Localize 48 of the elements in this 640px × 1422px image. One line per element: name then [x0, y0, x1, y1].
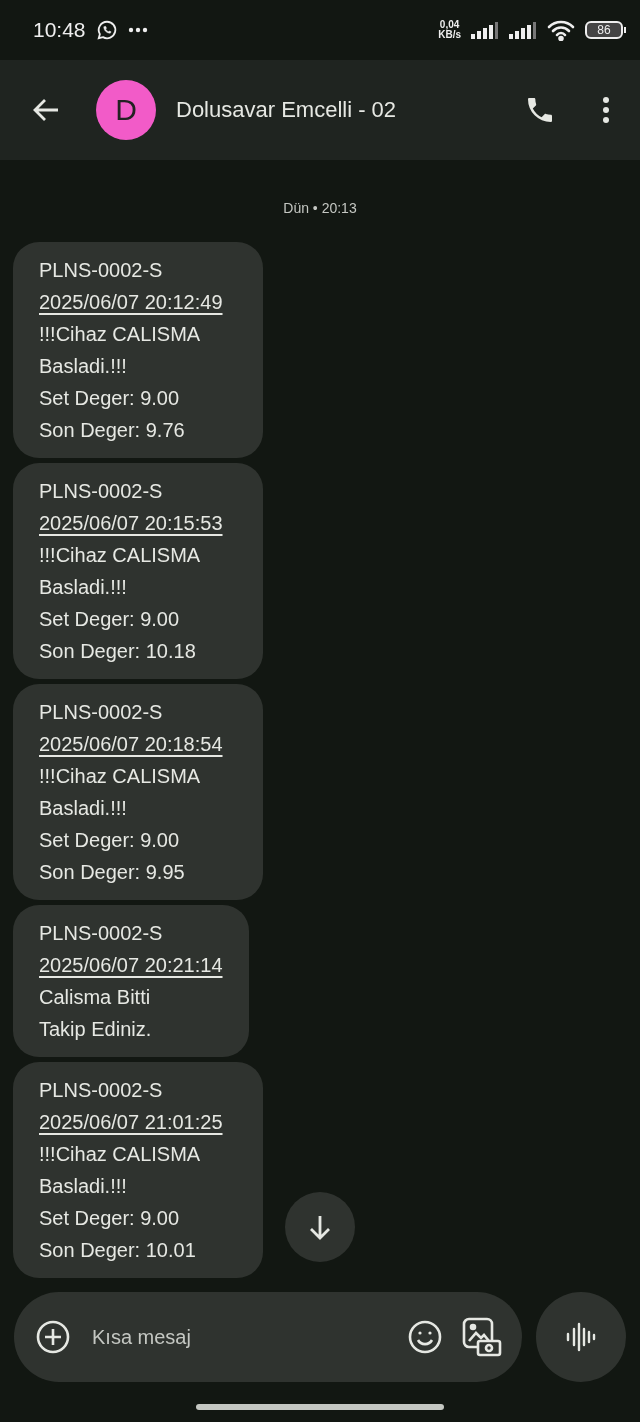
message-bubble[interactable]: PLNS-0002-S 2025/06/07 20:15:53 !!!Cihaz CALISMA Basladi.!!! Set Deger: 9.00 Son Deger: 10.18: [13, 463, 263, 679]
network-speed: 0,04: [439, 20, 460, 30]
message-text: !!!Cihaz CALISMA Basladi.!!!: [39, 1142, 201, 1199]
date-link[interactable]: 2025/06/07 21:01:25: [39, 1106, 223, 1138]
message-text: Son Deger: 10.01: [39, 1238, 197, 1263]
add-icon[interactable]: [36, 1320, 70, 1354]
clock: 10:48: [33, 18, 86, 42]
message-text: !!!Cihaz CALISMA Basladi.!!!: [39, 764, 201, 821]
message-text: PLNS-0002-S: [39, 921, 164, 946]
message-text: PLNS-0002-S: [39, 700, 164, 725]
date-separator: Dün • 20:13: [283, 200, 357, 216]
gallery-camera-icon[interactable]: [462, 1317, 502, 1357]
message-text: !!!Cihaz CALISMA Basladi.!!!: [39, 543, 201, 600]
waveform-icon: [566, 1320, 596, 1354]
message-text: Set Deger: 9.00: [39, 1206, 181, 1231]
message-bubble[interactable]: PLNS-0002-S 2025/06/07 20:12:49 !!!Cihaz CALISMA Basladi.!!! Set Deger: 9.00 Son Deger: 9.76: [13, 242, 263, 458]
date-link[interactable]: 2025/06/07 20:21:14: [39, 949, 223, 981]
message-text: PLNS-0002-S: [39, 479, 164, 504]
message-bubble[interactable]: PLNS-0002-S 2025/06/07 20:18:54 !!!Cihaz CALISMA Basladi.!!! Set Deger: 9.00 Son Deger: 9.95: [13, 684, 263, 900]
message-text: Set Deger: 9.00: [39, 607, 181, 632]
message-text: Set Deger: 9.00: [39, 828, 181, 853]
contact-avatar[interactable]: D: [96, 80, 156, 140]
message-text: PLNS-0002-S: [39, 258, 164, 283]
back-arrow-icon[interactable]: [32, 98, 60, 122]
emoji-icon[interactable]: [408, 1320, 442, 1354]
signal-icon: [471, 21, 499, 39]
message-text: Son Deger: 9.76: [39, 418, 186, 443]
message-bubble[interactable]: PLNS-0002-S 2025/06/07 20:21:14 Calisma Bitti Takip Ediniz.: [13, 905, 249, 1057]
more-options-icon[interactable]: [602, 96, 610, 124]
signal-icon: [509, 21, 537, 39]
message-text: Son Deger: 10.18: [39, 639, 197, 664]
message-text: PLNS-0002-S: [39, 1078, 164, 1103]
battery-icon: 86: [585, 21, 626, 39]
message-text: !!!Cihaz CALISMA Basladi.!!!: [39, 322, 201, 379]
chat-app-icon: [95, 19, 118, 41]
date-link[interactable]: 2025/06/07 20:15:53: [39, 507, 223, 539]
date-link[interactable]: 2025/06/07 20:18:54: [39, 728, 223, 760]
message-text: Takip Ediniz.: [39, 1017, 153, 1042]
contact-name: Dolusavar Emcelli - 02: [176, 97, 398, 123]
wifi-icon: [547, 19, 575, 41]
message-bubble[interactable]: PLNS-0002-S 2025/06/07 21:01:25 !!!Cihaz CALISMA Basladi.!!! Set Deger: 9.00 Son Deger: 10.01: [13, 1062, 263, 1278]
message-input-field[interactable]: Kısa mesaj: [90, 1324, 388, 1350]
date-link[interactable]: 2025/06/07 20:12:49: [39, 286, 223, 318]
message-text: Set Deger: 9.00: [39, 386, 181, 411]
message-text: Son Deger: 9.95: [39, 860, 186, 885]
network-speed-unit: KB/s: [438, 30, 461, 40]
more-notifications-icon: [127, 27, 148, 33]
message-text: Calisma Bitti: [39, 985, 152, 1010]
